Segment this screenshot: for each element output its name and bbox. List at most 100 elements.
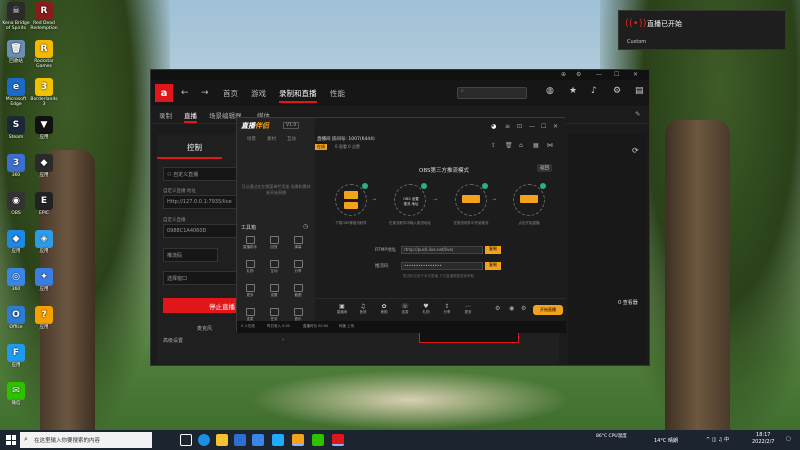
- desktop-icon[interactable]: R Red Dead Redemption: [30, 2, 58, 31]
- toolbar-button[interactable]: ♥ 礼物: [417, 303, 435, 315]
- desktop-icon[interactable]: ✦ 应用: [30, 268, 58, 292]
- tab-interact[interactable]: 互动: [287, 136, 296, 142]
- tool-button[interactable]: 截图: [291, 284, 305, 298]
- menu-icon[interactable]: ≡: [505, 123, 510, 130]
- start-button[interactable]: [6, 435, 16, 445]
- desktop-icon[interactable]: ☠ Kena Bridge of Spirits: [2, 2, 30, 31]
- settings-icon[interactable]: ⚙: [495, 305, 500, 312]
- desktop-icon[interactable]: ◉ OBS: [2, 192, 30, 216]
- weather[interactable]: 14°C 晴朗: [654, 437, 678, 444]
- desktop-icon[interactable]: ◎ 360: [2, 268, 30, 292]
- gear-icon[interactable]: ⚙: [613, 86, 621, 96]
- option-field-1[interactable]: 推流码: [163, 248, 218, 262]
- desktop-icon[interactable]: 3 360: [2, 154, 30, 178]
- mic-label[interactable]: 麦克风: [197, 325, 212, 332]
- desktop-icon[interactable]: O Office: [2, 306, 30, 330]
- close-button[interactable]: ✕: [633, 71, 638, 78]
- chevron-right-icon[interactable]: ›: [282, 337, 284, 343]
- trash-icon[interactable]: 🗑: [505, 142, 513, 149]
- tool-button[interactable]: 连麦: [243, 308, 257, 322]
- bell-icon[interactable]: ♪: [591, 86, 597, 96]
- back-arrow-icon[interactable]: ←: [181, 88, 189, 98]
- tool-button[interactable]: 分享: [291, 260, 305, 274]
- minimize-icon[interactable]: —: [529, 123, 535, 130]
- tool-button[interactable]: 弹幕: [291, 236, 305, 250]
- pin-icon-2[interactable]: ⊡: [517, 123, 522, 130]
- nav-games[interactable]: 游戏: [251, 88, 266, 99]
- tool-button[interactable]: 音乐: [291, 308, 305, 322]
- tool-button[interactable]: 设置: [267, 284, 281, 298]
- app-icon[interactable]: [272, 434, 284, 446]
- toolbar-button[interactable]: ⋯ 更多: [459, 303, 477, 315]
- advanced-label[interactable]: 高级设置: [163, 337, 183, 344]
- nav-home[interactable]: 首页: [223, 88, 238, 99]
- network-icon[interactable]: ⋈: [547, 142, 553, 149]
- nav-performance[interactable]: 性能: [330, 88, 345, 99]
- share-icon[interactable]: ⇪: [491, 142, 496, 149]
- globe-icon[interactable]: ◍: [546, 86, 554, 96]
- tool-button[interactable]: 互动: [267, 260, 281, 274]
- desktop-icon[interactable]: e Microsoft Edge: [2, 78, 30, 107]
- copy-key-button[interactable]: 复制: [485, 262, 501, 270]
- avatar[interactable]: ◕: [491, 123, 496, 130]
- streamkey-field[interactable]: ••••••••••••••••: [401, 262, 483, 270]
- tray-icons[interactable]: ^ ◫ ♫ 中: [706, 436, 729, 443]
- nav-record-stream[interactable]: 录制和直播: [279, 88, 317, 103]
- desktop-icon[interactable]: ◈ 应用: [30, 230, 58, 254]
- start-live-button[interactable]: 开始直播: [533, 305, 563, 315]
- layout-icon[interactable]: ▤: [635, 86, 644, 96]
- toolbar-button[interactable]: ♫ 音效: [354, 303, 372, 315]
- pin-icon[interactable]: ✎: [635, 110, 640, 118]
- minimize-button[interactable]: —: [596, 71, 602, 78]
- desktop-icon[interactable]: S Steam: [2, 116, 30, 140]
- rtmp-field[interactable]: rtmp://push.live.net/live/: [401, 246, 483, 254]
- tool-button[interactable]: 任务: [267, 308, 281, 322]
- forward-arrow-icon[interactable]: →: [201, 88, 209, 98]
- copy-rtmp-button[interactable]: 复制: [485, 246, 501, 254]
- notification-icon[interactable]: ▢: [786, 436, 791, 442]
- settings-small-icon[interactable]: ⚙: [576, 71, 581, 78]
- store-icon[interactable]: [234, 434, 246, 446]
- tool-button[interactable]: 回放: [267, 236, 281, 250]
- task-view-icon[interactable]: [180, 434, 192, 446]
- desktop-icon[interactable]: F 应用: [2, 344, 30, 368]
- edge-icon[interactable]: [198, 434, 210, 446]
- tab-material[interactable]: 素材: [267, 136, 276, 142]
- desktop-icon[interactable]: ✉ 微信: [2, 382, 30, 406]
- mail-icon[interactable]: [252, 434, 264, 446]
- home-icon[interactable]: ⌂: [519, 142, 523, 149]
- maximize-icon[interactable]: ☐: [541, 123, 546, 130]
- eye-icon[interactable]: ◉: [509, 305, 514, 312]
- desktop-icon[interactable]: E EPIC: [30, 192, 58, 216]
- clock-icon[interactable]: ◷: [303, 223, 308, 230]
- stream-companion-icon[interactable]: [292, 434, 304, 446]
- tool-button[interactable]: 礼物: [243, 260, 257, 274]
- gear-icon-2[interactable]: ⚙: [521, 305, 526, 312]
- refresh-icon[interactable]: ⟳: [632, 146, 639, 155]
- desktop-icon[interactable]: ◆ 应用: [2, 230, 30, 254]
- file-explorer-icon[interactable]: [216, 434, 228, 446]
- maximize-button[interactable]: ☐: [614, 71, 619, 78]
- back-button[interactable]: 返回: [537, 164, 552, 172]
- wechat-icon[interactable]: [312, 434, 324, 446]
- grid-icon[interactable]: ▦: [533, 142, 539, 149]
- toolbar-button[interactable]: ☏ 连麦: [396, 303, 414, 315]
- desktop-icon[interactable]: ? 应用: [30, 306, 58, 330]
- tab-stream[interactable]: 直播: [184, 110, 197, 123]
- desktop-icon[interactable]: ▼ 应用: [30, 116, 58, 140]
- live-started-notification[interactable]: ((•)) 直播已开始 Custom: [618, 10, 786, 50]
- toolbar-button[interactable]: ✿ 美颜: [375, 303, 393, 315]
- tool-button[interactable]: 更多: [243, 284, 257, 298]
- close-icon[interactable]: ✕: [553, 123, 558, 130]
- desktop-icon[interactable]: R Rockstar Games: [30, 40, 58, 69]
- tool-button[interactable]: 直播助手: [243, 236, 257, 250]
- clock[interactable]: 18:17 2022/2/7: [752, 432, 774, 446]
- star-icon[interactable]: ★: [569, 86, 577, 96]
- taskbar-search[interactable]: ⌕ 在这里输入你要搜索的内容: [20, 432, 152, 448]
- toolbar-button[interactable]: ▣ 直播间: [333, 303, 351, 315]
- search-input[interactable]: ⌕: [457, 87, 527, 99]
- desktop-icon[interactable]: 🗑 回收站: [2, 40, 30, 64]
- tab-record[interactable]: 录制: [159, 110, 172, 120]
- bug-icon[interactable]: ⊕: [561, 71, 566, 78]
- desktop-icon[interactable]: 3 Borderlands 3: [30, 78, 58, 107]
